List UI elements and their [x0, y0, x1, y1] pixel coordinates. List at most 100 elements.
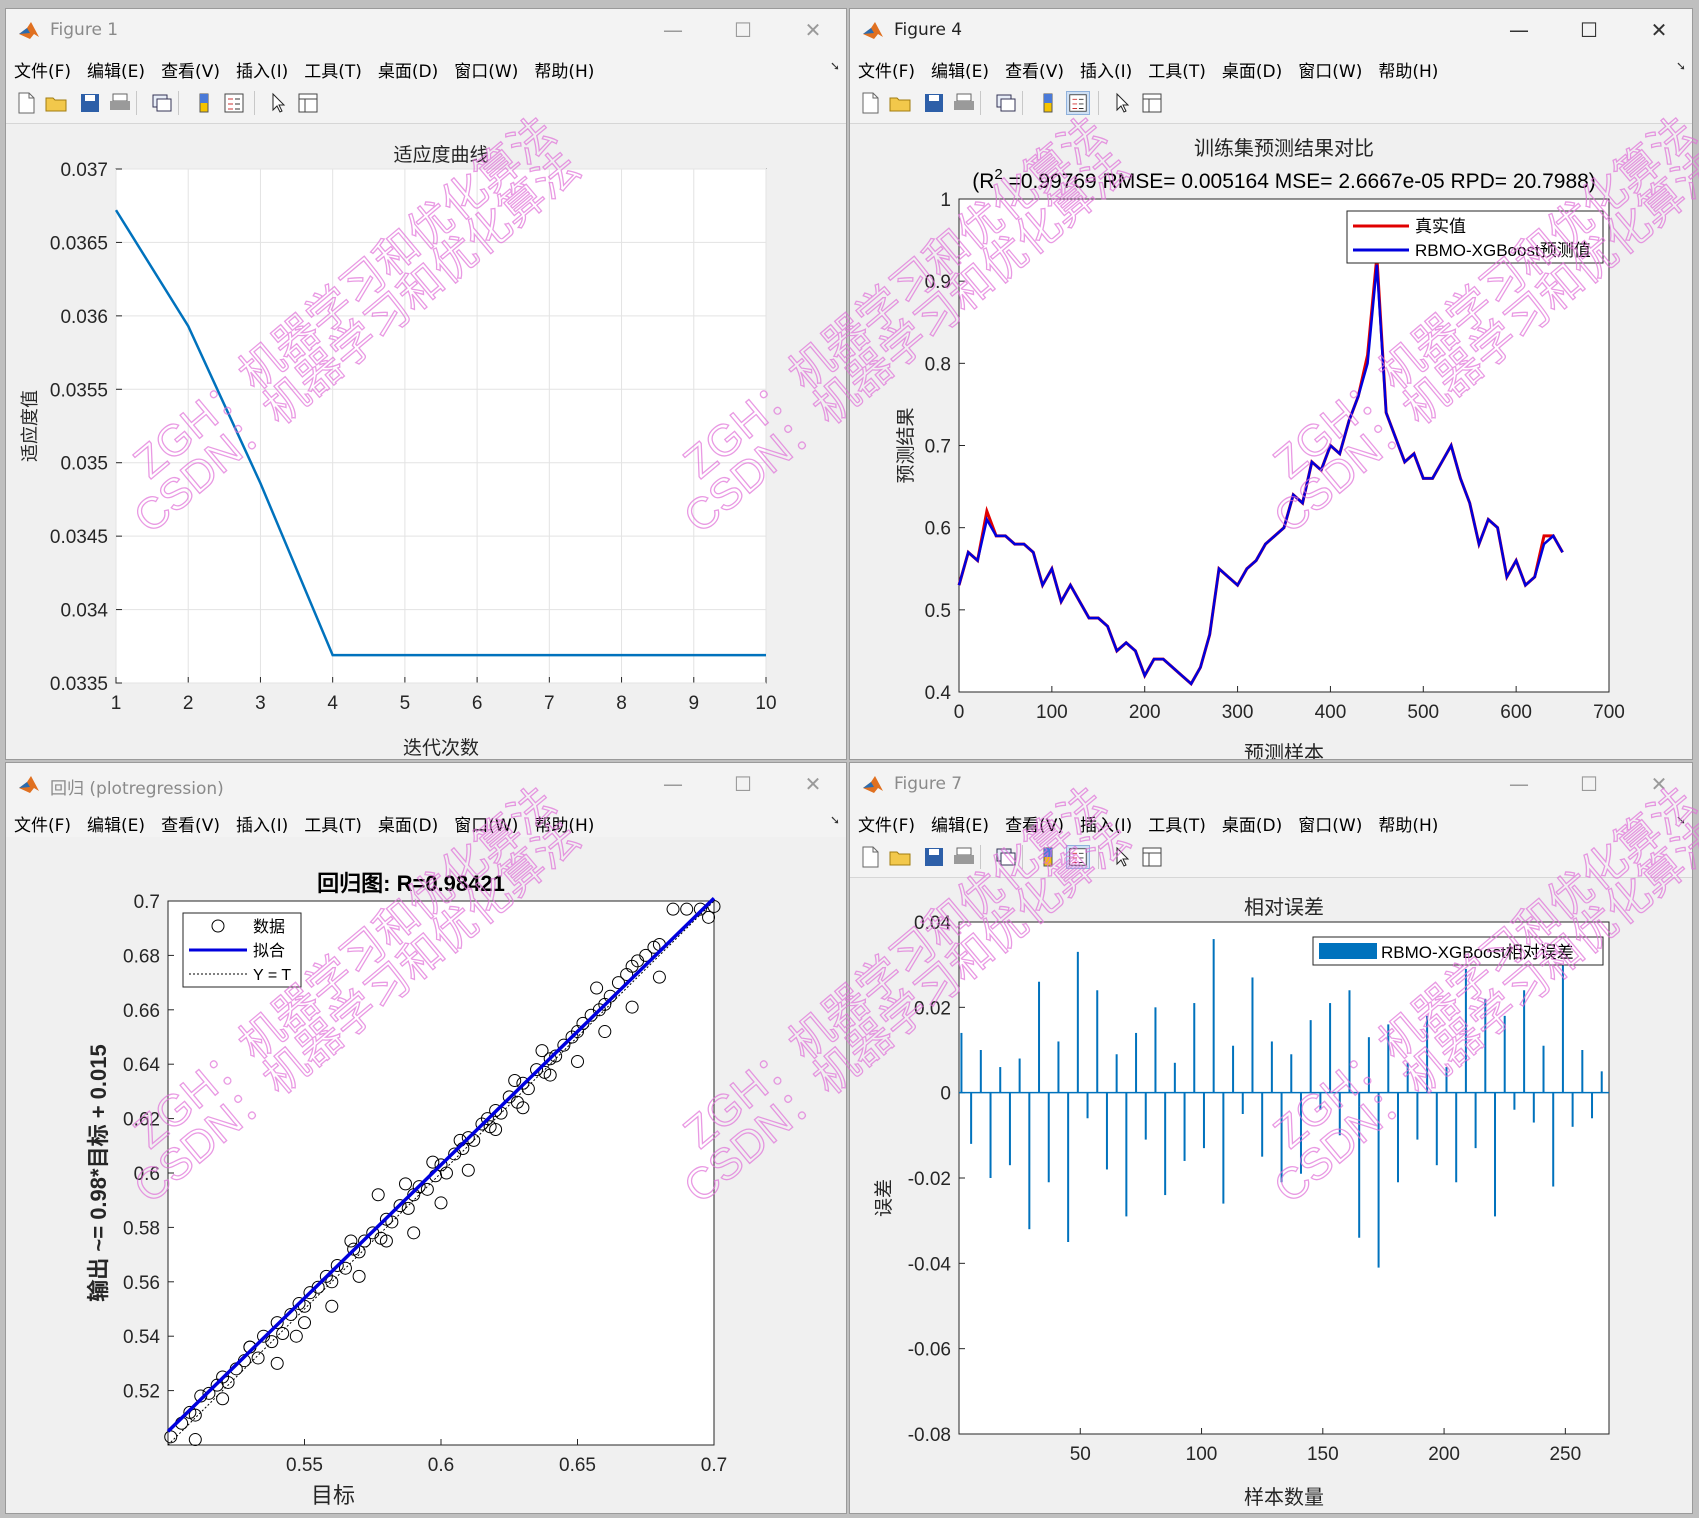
menu-window[interactable]: 窗口(W) [446, 51, 526, 82]
menu-tools[interactable]: 工具(T) [1140, 51, 1214, 82]
maximize-button[interactable]: ☐ [1566, 767, 1612, 801]
menu-view[interactable]: 查看(V) [153, 805, 228, 836]
dock-arrow-icon[interactable]: ➘ [830, 813, 840, 827]
menu-edit[interactable]: 编辑(E) [79, 51, 153, 82]
x-tick-label: 400 [1315, 702, 1347, 723]
maximize-button[interactable]: ☐ [1566, 13, 1612, 47]
matlab-logo-icon [863, 776, 883, 793]
toolbar-separator [980, 845, 981, 869]
open-folder-icon[interactable] [44, 91, 68, 115]
menu-window[interactable]: 窗口(W) [446, 805, 526, 836]
menu-help[interactable]: 帮助(H) [1370, 51, 1446, 82]
link-figure-icon[interactable] [150, 91, 174, 115]
legend-icon[interactable] [1066, 845, 1090, 869]
regression-titlebar[interactable]: 回归 (plotregression) — ☐ ✕ [6, 763, 846, 805]
new-file-icon[interactable] [858, 91, 882, 115]
pointer-icon[interactable] [266, 91, 290, 115]
menu-desktop[interactable]: 桌面(D) [1214, 51, 1290, 82]
minimize-button[interactable]: — [1496, 767, 1542, 801]
menu-tools[interactable]: 工具(T) [296, 51, 370, 82]
property-inspector-icon[interactable] [1140, 845, 1164, 869]
colorbar-icon[interactable] [1036, 91, 1060, 115]
menu-view[interactable]: 查看(V) [997, 51, 1072, 82]
menu-view[interactable]: 查看(V) [997, 805, 1072, 836]
colorbar-icon[interactable] [1036, 845, 1060, 869]
close-button[interactable]: ✕ [790, 13, 836, 47]
menu-help[interactable]: 帮助(H) [526, 805, 602, 836]
figure-canvas: 0.55 0.6 0.65 0.7 0.7 0.68 0.66 0.64 0.62 0.6 0.58… [6, 839, 846, 1513]
error-bar [1086, 1092, 1089, 1119]
menu-edit[interactable]: 编辑(E) [923, 805, 997, 836]
menu-insert[interactable]: 插入(I) [1072, 805, 1140, 836]
figure7-titlebar[interactable]: Figure 7 — ☐ ✕ [850, 763, 1692, 805]
error-bar [1144, 1092, 1147, 1140]
menu-file[interactable]: 文件(F) [850, 805, 923, 836]
menu-desktop[interactable]: 桌面(D) [370, 805, 446, 836]
figure1-window: Figure 1 — ☐ ✕ 文件(F) 编辑(E) 查看(V) 插入(I) 工具(T)… [5, 8, 847, 760]
x-axis-label: 目标 [311, 1483, 355, 1508]
error-bar [1377, 1092, 1380, 1268]
legend-label: 数据 [253, 918, 285, 936]
save-icon[interactable] [922, 845, 946, 869]
menu-insert[interactable]: 插入(I) [228, 805, 296, 836]
toolbar-separator [1098, 91, 1099, 115]
close-button[interactable]: ✕ [790, 767, 836, 801]
open-folder-icon[interactable] [888, 845, 912, 869]
x-tick-label: 300 [1222, 702, 1254, 723]
maximize-button[interactable]: ☐ [720, 767, 766, 801]
menu-tools[interactable]: 工具(T) [1140, 805, 1214, 836]
new-file-icon[interactable] [14, 91, 38, 115]
print-icon[interactable] [952, 845, 976, 869]
minimize-button[interactable]: — [650, 13, 696, 47]
subtitle-prefix: (R [972, 170, 994, 193]
dock-arrow-icon[interactable]: ➘ [1676, 59, 1686, 73]
colorbar-icon[interactable] [192, 91, 216, 115]
new-file-icon[interactable] [858, 845, 882, 869]
save-icon[interactable] [78, 91, 102, 115]
minimize-button[interactable]: — [1496, 13, 1542, 47]
print-icon[interactable] [952, 91, 976, 115]
pointer-icon[interactable] [1110, 91, 1134, 115]
x-tick-label: 200 [1428, 1444, 1460, 1465]
close-button[interactable]: ✕ [1636, 767, 1682, 801]
plot-area [958, 921, 1610, 1435]
pointer-icon[interactable] [1110, 845, 1134, 869]
menu-tools[interactable]: 工具(T) [296, 805, 370, 836]
link-figure-icon[interactable] [994, 91, 1018, 115]
figure4-titlebar[interactable]: Figure 4 — ☐ ✕ [850, 9, 1692, 51]
x-axis-label: 样本数量 [1244, 1486, 1324, 1509]
menu-window[interactable]: 窗口(W) [1290, 805, 1370, 836]
menu-view[interactable]: 查看(V) [153, 51, 228, 82]
plot-area [115, 168, 767, 684]
dock-arrow-icon[interactable]: ➘ [1676, 813, 1686, 827]
menu-insert[interactable]: 插入(I) [1072, 51, 1140, 82]
maximize-button[interactable]: ☐ [720, 13, 766, 47]
open-folder-icon[interactable] [888, 91, 912, 115]
save-icon[interactable] [922, 91, 946, 115]
menu-file[interactable]: 文件(F) [6, 805, 79, 836]
menu-window[interactable]: 窗口(W) [1290, 51, 1370, 82]
y-tick-label: 0.035 [60, 454, 108, 475]
print-icon[interactable] [108, 91, 132, 115]
legend-icon[interactable] [1066, 91, 1090, 115]
minimize-button[interactable]: — [650, 767, 696, 801]
error-bar [1018, 1058, 1021, 1093]
menu-edit[interactable]: 编辑(E) [79, 805, 153, 836]
menu-file[interactable]: 文件(F) [6, 51, 79, 82]
property-inspector-icon[interactable] [1140, 91, 1164, 115]
menu-help[interactable]: 帮助(H) [1370, 805, 1446, 836]
close-button[interactable]: ✕ [1636, 13, 1682, 47]
menu-insert[interactable]: 插入(I) [228, 51, 296, 82]
link-figure-icon[interactable] [994, 845, 1018, 869]
menu-desktop[interactable]: 桌面(D) [1214, 805, 1290, 836]
error-bar [1270, 1041, 1273, 1093]
menu-help[interactable]: 帮助(H) [526, 51, 602, 82]
dock-arrow-icon[interactable]: ➘ [830, 59, 840, 73]
menu-file[interactable]: 文件(F) [850, 51, 923, 82]
menu-edit[interactable]: 编辑(E) [923, 51, 997, 82]
x-tick-label: 5 [400, 693, 411, 714]
figure1-titlebar[interactable]: Figure 1 — ☐ ✕ [6, 9, 846, 51]
legend-icon[interactable] [222, 91, 246, 115]
property-inspector-icon[interactable] [296, 91, 320, 115]
menu-desktop[interactable]: 桌面(D) [370, 51, 446, 82]
